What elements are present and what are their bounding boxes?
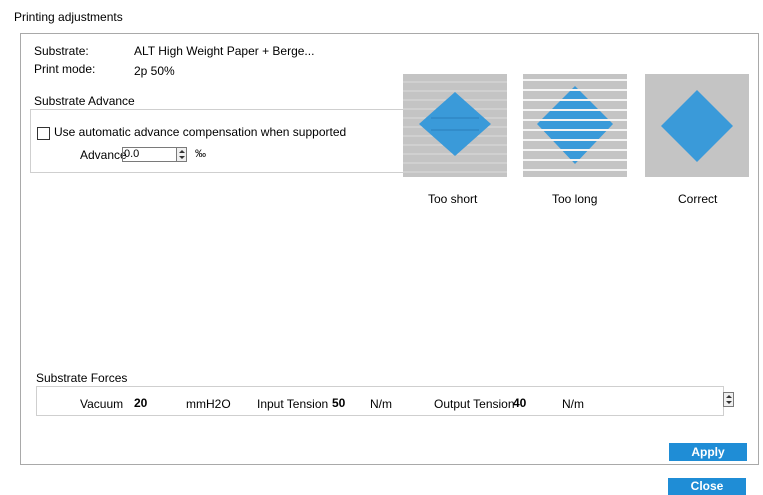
caption-correct: Correct	[678, 192, 718, 206]
substrate-label: Substrate:	[34, 44, 89, 58]
substrate-advance-label: Substrate Advance	[34, 94, 135, 108]
dialog-title: Printing adjustments	[14, 10, 123, 24]
advance-illustrations	[403, 74, 749, 177]
vacuum-label: Vacuum	[80, 397, 124, 411]
advance-unit: ‰	[195, 148, 206, 160]
close-button[interactable]: Close	[668, 478, 746, 495]
output-tension-label: Output Tension	[434, 397, 515, 411]
substrate-advance-group	[30, 109, 418, 173]
output-tension-value: 40	[513, 396, 527, 410]
substrate-forces-label: Substrate Forces	[36, 371, 128, 385]
input-tension-unit: N/m	[370, 397, 392, 411]
too-short-illustration	[403, 74, 507, 177]
vacuum-value: 20	[134, 396, 148, 410]
adjustments-panel: Substrate: ALT High Weight Paper + Berge…	[20, 33, 759, 465]
caption-too-short: Too short	[428, 192, 478, 206]
too-long-illustration	[523, 74, 627, 177]
auto-advance-checkbox-label: Use automatic advance compensation when …	[54, 125, 347, 139]
auto-advance-checkbox[interactable]	[37, 127, 50, 140]
vacuum-unit: mmH2O	[186, 397, 231, 411]
correct-illustration	[645, 74, 749, 177]
apply-button[interactable]: Apply	[669, 443, 747, 461]
print-mode-value: 2p 50%	[134, 64, 175, 78]
advance-spin-buttons[interactable]	[176, 147, 187, 162]
input-tension-label: Input Tension	[257, 397, 329, 411]
output-tension-unit: N/m	[562, 397, 584, 411]
input-tension-value: 50	[332, 396, 346, 410]
advance-input[interactable]: 0.0	[122, 147, 177, 162]
advance-label: Advance	[80, 148, 127, 162]
caption-too-long: Too long	[552, 192, 598, 206]
forces-spin-buttons[interactable]	[723, 392, 734, 407]
print-mode-label: Print mode:	[34, 62, 96, 76]
substrate-value: ALT High Weight Paper + Berge...	[134, 44, 315, 58]
